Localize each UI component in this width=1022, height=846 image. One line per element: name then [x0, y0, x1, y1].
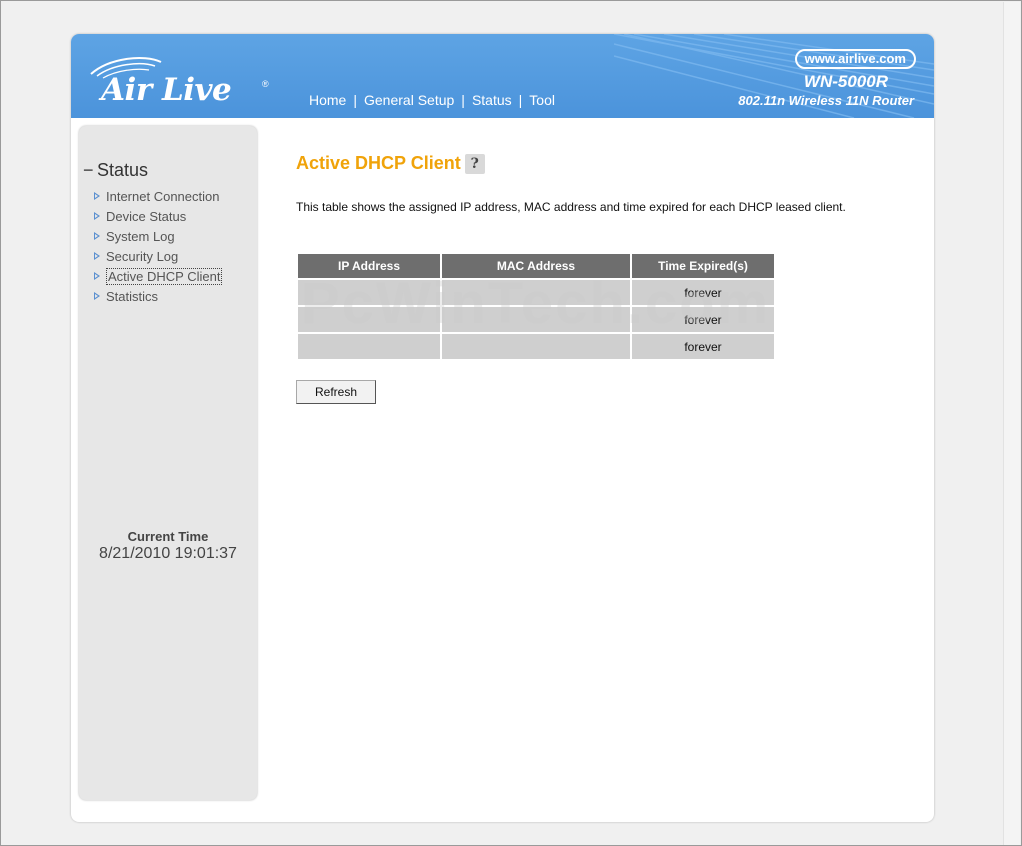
airlive-logo-text: Air Live [101, 72, 232, 108]
vertical-scrollbar[interactable] [1003, 2, 1020, 845]
cell-time-expired: forever [632, 307, 774, 332]
header-banner: Air Live ® Home | General Setup | Status | Too… [71, 34, 934, 118]
page-title: Active DHCP Client ? [296, 152, 916, 174]
collapse-icon: − [83, 160, 94, 180]
nav-home[interactable]: Home [309, 92, 346, 108]
cell-ip-address [298, 334, 440, 359]
help-icon[interactable]: ? [464, 154, 485, 174]
page-title-text: Active DHCP Client [296, 152, 461, 173]
main-content: Active DHCP Client ? This table shows th… [296, 152, 916, 404]
dhcp-client-table: IP Address MAC Address Time Expired(s) f… [296, 252, 776, 361]
model-description: 802.11n Wireless 11N Router [738, 93, 914, 108]
page-description: This table shows the assigned IP address… [296, 200, 846, 214]
cell-ip-address [298, 307, 440, 332]
cell-time-expired: forever [632, 334, 774, 359]
top-nav: Home | General Setup | Status | Tool [309, 92, 555, 108]
website-badge: www.airlive.com [794, 49, 916, 69]
sidebar-item-active-dhcp-client[interactable]: Active DHCP Client [94, 266, 223, 286]
table-row: forever [298, 334, 774, 359]
triangle-right-icon [94, 272, 100, 280]
current-time-label: Current Time [127, 529, 209, 544]
sidebar-title: Status [97, 160, 149, 180]
triangle-right-icon [94, 252, 100, 260]
nav-tool[interactable]: Tool [529, 92, 555, 108]
nav-separator: | [518, 92, 523, 108]
column-header-time-expired: Time Expired(s) [632, 254, 774, 278]
refresh-button[interactable]: Refresh [296, 380, 376, 404]
sidebar-item-statistics[interactable]: Statistics [94, 286, 222, 306]
table-row: forever [298, 280, 774, 305]
router-admin-frame: Air Live ® Home | General Setup | Status | Too… [71, 34, 934, 822]
column-header-ip-address: IP Address [298, 254, 440, 278]
sidebar-item-device-status[interactable]: Device Status [94, 206, 222, 226]
cell-ip-address [298, 280, 440, 305]
browser-viewport: Air Live ® Home | General Setup | Status | Too… [0, 0, 1022, 846]
nav-separator: | [461, 92, 465, 108]
nav-separator: | [353, 92, 357, 108]
table-header-row: IP Address MAC Address Time Expired(s) [298, 254, 774, 278]
sidebar-item-system-log[interactable]: System Log [94, 226, 222, 246]
table-row: forever [298, 307, 774, 332]
sidebar-section-status[interactable]: − Status [83, 160, 148, 181]
triangle-right-icon [94, 192, 100, 200]
sidebar-item-internet-connection[interactable]: Internet Connection [94, 186, 222, 206]
sidebar-item-security-log[interactable]: Security Log [94, 246, 222, 266]
sidebar-menu: Internet Connection Device Status System… [94, 186, 223, 306]
cell-time-expired: forever [632, 280, 774, 305]
triangle-right-icon [94, 292, 100, 300]
registered-mark: ® [262, 79, 269, 89]
current-time-value: 8/21/2010 19:01:37 [99, 545, 237, 562]
nav-status[interactable]: Status [472, 92, 512, 108]
cell-mac-address [442, 334, 630, 359]
triangle-right-icon [94, 212, 100, 220]
triangle-right-icon [94, 232, 100, 240]
cell-mac-address [442, 307, 630, 332]
model-name: WN-5000R [803, 72, 888, 91]
sidebar: − Status Internet Connection Device Statu… [79, 126, 257, 800]
column-header-mac-address: MAC Address [442, 254, 630, 278]
nav-general-setup[interactable]: General Setup [364, 92, 454, 108]
cell-mac-address [442, 280, 630, 305]
